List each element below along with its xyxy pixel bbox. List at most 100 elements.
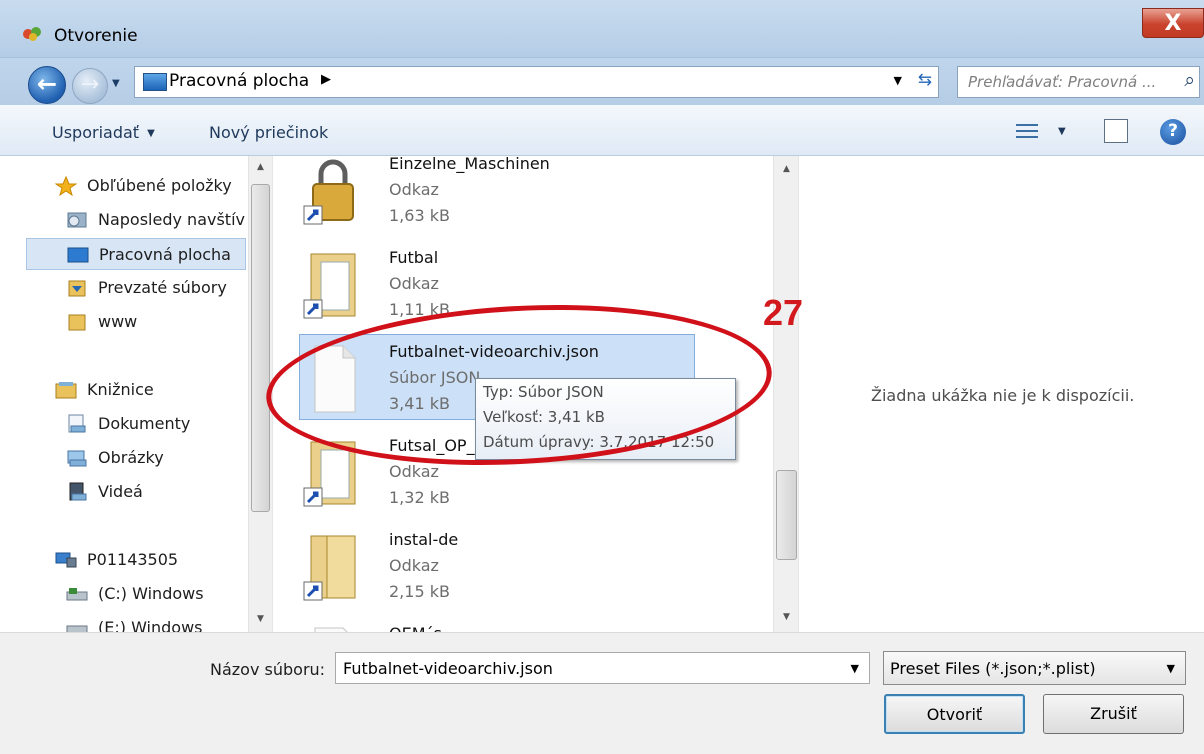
arrow-right-icon: →: [80, 72, 100, 97]
scroll-down-icon[interactable]: ▼: [774, 612, 798, 622]
nav-item-desktop[interactable]: Pracovná plocha: [26, 238, 246, 270]
nav-label: Prevzaté súbory: [98, 278, 227, 297]
file-size: 1,11 kB: [389, 300, 450, 319]
tooltip-size: Veľkosť: 3,41 kB: [483, 408, 605, 426]
file-type-select[interactable]: Preset Files (*.json;*.plist) ▼: [883, 651, 1186, 685]
breadcrumb[interactable]: Pracovná plocha ▶ ▼ ⇆: [134, 66, 939, 98]
nav-label: Knižnice: [87, 380, 154, 399]
drive-icon: [66, 588, 88, 601]
nav-item-www[interactable]: www: [0, 306, 248, 338]
organize-label: Usporiadať: [52, 123, 140, 142]
filename-input[interactable]: Futbalnet-videoarchiv.json ▼: [335, 652, 870, 684]
file-name: instal-de: [389, 530, 459, 549]
nav-item-documents[interactable]: Dokumenty: [0, 408, 248, 440]
filename-value: Futbalnet-videoarchiv.json: [343, 659, 553, 678]
nav-label: www: [98, 312, 138, 331]
file-name: Futsal_OP_: [389, 436, 475, 455]
file-type: Odkaz: [389, 462, 439, 481]
back-button[interactable]: ←: [28, 66, 66, 104]
annotation-number: 27: [763, 292, 804, 333]
window-title: Otvorenie: [54, 26, 138, 46]
nav-item-drive-c[interactable]: (C:) Windows: [0, 578, 248, 610]
file-tooltip: Typ: Súbor JSON Veľkosť: 3,41 kB Dátum ú…: [475, 378, 736, 460]
file-type: Odkaz: [389, 556, 439, 575]
recent-locations-dropdown-icon[interactable]: ▼: [112, 78, 126, 92]
folder-shortcut-icon: [303, 535, 356, 601]
scroll-thumb[interactable]: [776, 470, 797, 560]
computer-icon: [55, 552, 77, 568]
address-dropdown-icon[interactable]: ▼: [894, 74, 902, 87]
nav-item-pictures[interactable]: Obrázky: [0, 442, 248, 474]
file-name: OEM´s: [389, 624, 442, 632]
file-name: Futbalnet-videoarchiv.json: [389, 342, 599, 361]
nav-label: (E:) Windows: [98, 618, 203, 632]
videos-icon: [69, 482, 87, 501]
file-size: 1,63 kB: [389, 206, 450, 225]
nav-item-recent[interactable]: Naposledy navštív: [0, 204, 248, 236]
file-type: Odkaz: [389, 180, 439, 199]
open-button[interactable]: Otvoriť: [884, 694, 1025, 734]
file-item[interactable]: OEM´s: [273, 616, 773, 632]
preview-pane-toggle-icon[interactable]: [1104, 119, 1128, 143]
view-options-icon[interactable]: [1016, 122, 1038, 142]
new-folder-button[interactable]: Nový priečinok: [209, 123, 328, 142]
app-icon: [23, 27, 41, 41]
breadcrumb-chevron-icon[interactable]: ▶: [321, 72, 331, 87]
chevron-down-icon: ▼: [1166, 662, 1175, 675]
chevron-down-icon: ▼: [147, 128, 155, 139]
file-size: 1,32 kB: [389, 488, 450, 507]
folder-icon: [68, 314, 86, 331]
nav-label: Pracovná plocha: [99, 245, 231, 264]
scroll-up-icon[interactable]: ▲: [249, 162, 272, 172]
help-icon[interactable]: ?: [1160, 119, 1186, 145]
refresh-icon[interactable]: ⇆: [918, 70, 932, 90]
forward-button[interactable]: →: [72, 68, 108, 104]
search-input[interactable]: Prehľadávať: Pracovná ... ⌕: [957, 66, 1200, 98]
file-item[interactable]: Futbal Odkaz 1,11 kB: [273, 240, 773, 334]
cancel-button[interactable]: Zrušiť: [1043, 694, 1184, 734]
file-type: Odkaz: [389, 274, 439, 293]
star-icon: [55, 176, 77, 196]
tooltip-type: Typ: Súbor JSON: [483, 383, 604, 401]
nav-label: Obľúbené položky: [87, 176, 232, 195]
filename-label: Názov súboru:: [210, 660, 326, 679]
file-type: Súbor JSON: [389, 368, 481, 387]
nav-item-computer[interactable]: P01143505: [0, 544, 248, 576]
nav-scrollbar[interactable]: ▲ ▼: [248, 156, 272, 632]
nav-label: P01143505: [87, 550, 179, 569]
document-icon: [314, 627, 348, 632]
scroll-up-icon[interactable]: ▲: [774, 164, 798, 174]
recent-places-icon: [67, 212, 87, 228]
view-dropdown-icon[interactable]: ▼: [1058, 126, 1066, 137]
lock-shortcut-icon: [303, 159, 354, 225]
nav-label: Videá: [98, 482, 143, 501]
documents-icon: [68, 414, 86, 433]
file-item[interactable]: instal-de Odkaz 2,15 kB: [273, 522, 773, 616]
organize-button[interactable]: Usporiadať ▼: [52, 123, 155, 142]
file-list-scrollbar[interactable]: ▲ ▼: [773, 156, 798, 632]
drive-icon: [66, 625, 88, 632]
tooltip-modified: Dátum úpravy: 3.7.2017 12:50: [483, 433, 715, 451]
folder-shortcut-icon: [303, 253, 356, 319]
nav-label: Naposledy navštív: [98, 210, 245, 229]
close-button[interactable]: X: [1142, 8, 1204, 38]
nav-item-drive-e[interactable]: (E:) Windows: [0, 612, 248, 632]
scroll-thumb[interactable]: [251, 184, 270, 512]
nav-label: (C:) Windows: [98, 584, 204, 603]
nav-item-favorites[interactable]: Obľúbené položky: [0, 170, 248, 202]
document-icon: [314, 345, 356, 413]
breadcrumb-item-desktop[interactable]: Pracovná plocha: [169, 71, 309, 91]
desktop-folder-icon: [143, 73, 167, 91]
folder-shortcut-icon: [303, 441, 356, 507]
file-size: 3,41 kB: [389, 394, 450, 413]
scroll-down-icon[interactable]: ▼: [249, 614, 272, 624]
nav-item-libraries[interactable]: Knižnice: [0, 374, 248, 406]
filename-dropdown-icon[interactable]: ▼: [851, 662, 859, 675]
downloads-folder-icon: [68, 280, 86, 297]
file-item[interactable]: Einzelne_Maschinen Odkaz 1,63 kB: [273, 156, 773, 240]
file-name: Futbal: [389, 248, 439, 267]
nav-item-videos[interactable]: Videá: [0, 476, 248, 508]
search-icon[interactable]: ⌕: [1184, 69, 1195, 91]
preview-pane: Žiadna ukážka nie je k dispozícii.: [798, 156, 1204, 632]
nav-item-downloads[interactable]: Prevzaté súbory: [0, 272, 248, 304]
